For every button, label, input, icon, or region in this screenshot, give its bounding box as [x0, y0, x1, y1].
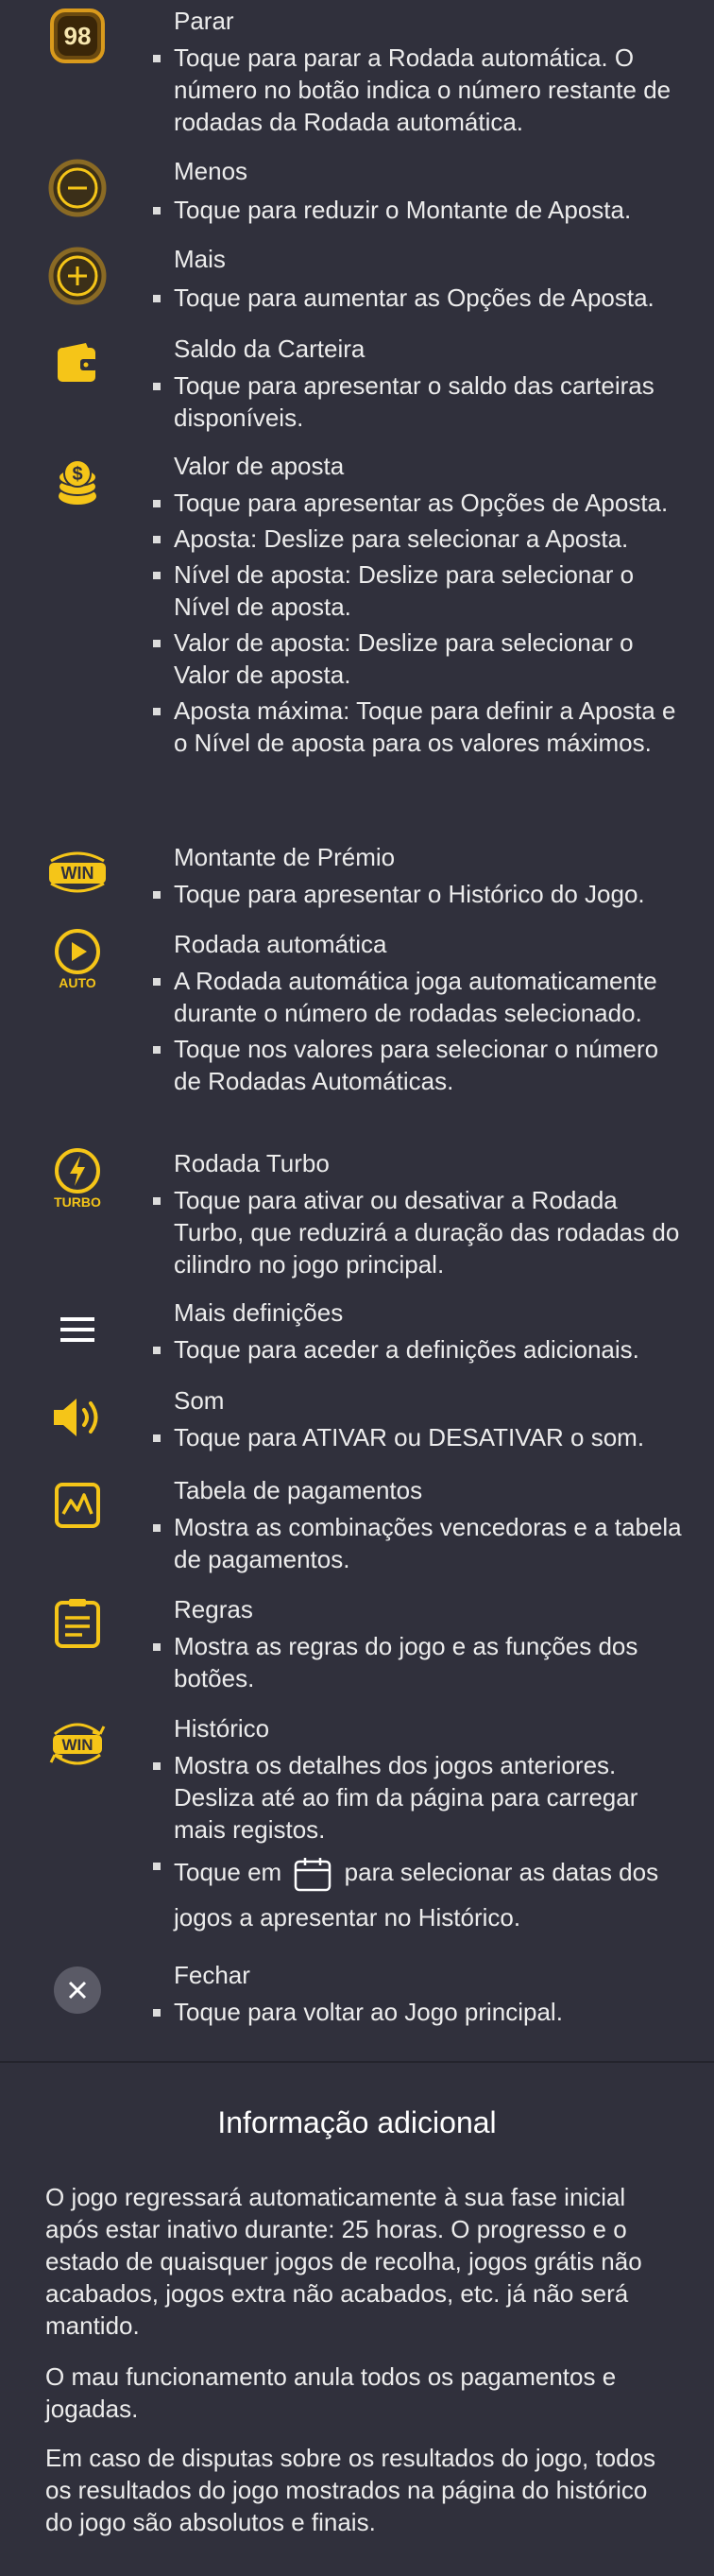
item-bullets: Toque para aumentar as Opções de Aposta.	[153, 282, 684, 318]
turbo-label: TURBO	[54, 1194, 101, 1210]
autospin-stop-icon: 98	[45, 4, 110, 68]
item-title: Fechar	[174, 1961, 250, 1989]
bullet: Toque para apresentar as Opções de Apost…	[153, 487, 684, 519]
bullet: Toque para apresentar o saldo das cartei…	[153, 369, 684, 434]
bullet-text: jogos a apresentar no Histórico.	[174, 1903, 521, 1932]
item-title: Valor de aposta	[174, 452, 345, 480]
item-bullets: Toque para parar a Rodada automática. O …	[153, 42, 684, 142]
auto-spin-icon: AUTO	[45, 927, 110, 991]
additional-paragraph: O jogo regressará automaticamente à sua …	[45, 2183, 642, 2340]
bullet: Toque para reduzir o Montante de Aposta.	[153, 194, 684, 226]
item-title: Histórico	[174, 1714, 270, 1743]
item-title: Rodada Turbo	[174, 1149, 330, 1177]
item-title: Mais	[174, 245, 226, 273]
item-bullets: Mostra as combinações vencedoras e a tab…	[153, 1511, 684, 1579]
additional-paragraph: O mau funcionamento anula todos os pagam…	[45, 2362, 617, 2423]
item-title: Som	[174, 1386, 225, 1415]
bullet: Toque para parar a Rodada automática. O …	[153, 42, 684, 138]
plus-icon	[45, 244, 110, 308]
bullet-calendar: Toque em para selecionar as datas dos jo…	[153, 1849, 684, 1940]
history-win-text: WIN	[61, 1736, 93, 1754]
paytable-icon	[45, 1473, 110, 1537]
item-title: Parar	[174, 7, 234, 35]
item-title: Regras	[174, 1595, 253, 1623]
bullet: Mostra as combinações vencedoras e a tab…	[153, 1511, 684, 1575]
bullet: Aposta máxima: Toque para definir a Apos…	[153, 695, 684, 759]
section-divider	[0, 2061, 714, 2063]
item-bullets: Toque para ATIVAR ou DESATIVAR o som.	[153, 1421, 684, 1457]
item-title: Mais definições	[174, 1298, 344, 1327]
menu-icon	[45, 1297, 110, 1362]
close-icon	[45, 1958, 110, 2022]
item-bullets: A Rodada automática joga automaticamente…	[153, 965, 684, 1101]
item-bullets: Toque para ativar ou desativar a Rodada …	[153, 1184, 684, 1284]
bullet: Nível de aposta: Deslize para selecionar…	[153, 558, 684, 623]
additional-info-title: Informação adicional	[217, 2105, 497, 2139]
bullet: Toque para ativar ou desativar a Rodada …	[153, 1184, 684, 1280]
item-title: Rodada automática	[174, 930, 387, 958]
item-bullets: Toque para voltar ao Jogo principal.	[153, 1996, 684, 2032]
coins-icon: $	[45, 451, 110, 515]
bullet-text: Toque em	[174, 1858, 282, 1886]
bullet: Mostra os detalhes dos jogos anteriores.…	[153, 1749, 684, 1846]
bullet: Toque para aceder a definições adicionai…	[153, 1333, 684, 1365]
wallet-icon	[45, 332, 110, 396]
bullet: Toque para ATIVAR ou DESATIVAR o som.	[153, 1421, 684, 1453]
bullet: Valor de aposta: Deslize para selecionar…	[153, 627, 684, 691]
additional-paragraph: Em caso de disputas sobre os resultados …	[45, 2444, 656, 2536]
bullet: Toque para aumentar as Opções de Aposta.	[153, 282, 684, 314]
item-bullets: Toque para apresentar o saldo das cartei…	[153, 369, 684, 438]
calendar-icon	[295, 1858, 332, 1892]
bullet: Aposta: Deslize para selecionar a Aposta…	[153, 523, 684, 555]
bullet: Mostra as regras do jogo e as funções do…	[153, 1630, 684, 1694]
rules-icon	[45, 1592, 110, 1657]
item-title: Montante de Prémio	[174, 843, 396, 871]
sound-icon	[45, 1385, 110, 1450]
history-icon: WIN	[45, 1711, 110, 1776]
autospin-count: 98	[64, 22, 92, 50]
bullet-text: para selecionar as datas dos	[344, 1858, 659, 1886]
bullet: Toque para voltar ao Jogo principal.	[153, 1996, 684, 2028]
help-page: 98 Parar Toque para parar a Rodada autom…	[0, 0, 714, 2576]
item-title: Tabela de pagamentos	[174, 1476, 423, 1504]
turbo-icon: TURBO	[45, 1146, 110, 1211]
win-icon: WIN	[45, 840, 110, 904]
item-bullets: Mostra os detalhes dos jogos anteriores.…	[153, 1749, 684, 1944]
auto-label: AUTO	[59, 975, 96, 990]
item-title: Saldo da Carteira	[174, 335, 366, 363]
item-bullets: Toque para apresentar as Opções de Apost…	[153, 487, 684, 763]
minus-icon	[45, 156, 110, 220]
bullet: Toque para apresentar o Histórico do Jog…	[153, 878, 684, 910]
item-bullets: Mostra as regras do jogo e as funções do…	[153, 1630, 684, 1698]
svg-text:$: $	[72, 464, 82, 485]
item-bullets: Toque para aceder a definições adicionai…	[153, 1333, 684, 1369]
bullet: Toque nos valores para selecionar o núme…	[153, 1033, 684, 1097]
item-bullets: Toque para apresentar o Histórico do Jog…	[153, 878, 684, 914]
item-bullets: Toque para reduzir o Montante de Aposta.	[153, 194, 684, 230]
item-title: Menos	[174, 157, 248, 185]
win-text: WIN	[61, 864, 94, 883]
bullet: A Rodada automática joga automaticamente…	[153, 965, 684, 1029]
